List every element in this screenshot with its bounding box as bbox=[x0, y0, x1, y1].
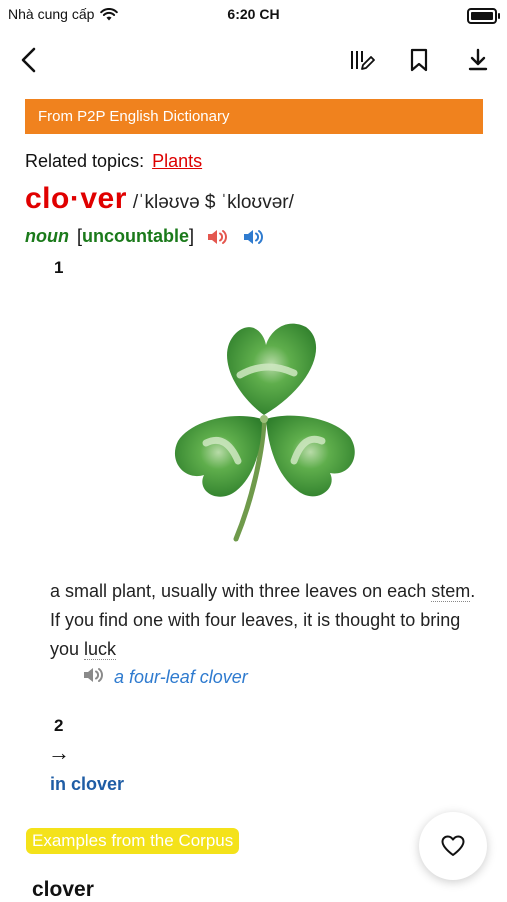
headword: clo·ver bbox=[25, 182, 127, 215]
bookmark-button[interactable] bbox=[401, 42, 437, 78]
related-topic-link[interactable]: Plants bbox=[152, 151, 202, 171]
status-time: 6:20 CH bbox=[227, 6, 280, 22]
corpus-section-badge: Examples from the Corpus bbox=[26, 828, 240, 854]
related-topics-label: Related topics: bbox=[25, 151, 145, 171]
headword-row: clo·ver /ˈkləʊvə $ ˈkloʊvər/ bbox=[25, 182, 294, 216]
back-arrow-icon bbox=[21, 47, 36, 73]
pos-row: noun [uncountable] bbox=[25, 226, 266, 247]
cross-reference-arrow: → bbox=[48, 740, 70, 765]
british-audio-button[interactable] bbox=[206, 227, 230, 247]
example-sentence: a four-leaf clover bbox=[114, 667, 248, 687]
sense-number: 2 bbox=[54, 716, 64, 735]
related-topics: Related topics: Plants bbox=[25, 151, 202, 172]
back-button[interactable] bbox=[11, 42, 47, 78]
definition-part: a small plant, usually with three leaves… bbox=[50, 581, 432, 601]
part-of-speech: noun bbox=[25, 226, 69, 246]
bookmark-icon bbox=[410, 48, 428, 72]
sense-number: 1 bbox=[54, 258, 64, 277]
battery-icon bbox=[467, 8, 500, 24]
speaker-icon bbox=[208, 229, 227, 244]
clover-image bbox=[174, 323, 355, 542]
example-row: a four-leaf clover bbox=[82, 665, 248, 690]
definition-text: a small plant, usually with three leaves… bbox=[50, 577, 490, 664]
pronunciation: /ˈkləʊvə $ ˈkloʊvər/ bbox=[132, 192, 294, 213]
grammar-label: [uncountable] bbox=[77, 226, 194, 247]
glossary-word-stem[interactable]: stem bbox=[431, 581, 471, 602]
favorite-button[interactable] bbox=[419, 812, 487, 880]
text-settings-icon bbox=[351, 51, 375, 70]
speaker-icon bbox=[244, 229, 263, 244]
example-audio-button[interactable] bbox=[82, 665, 106, 690]
download-icon bbox=[468, 48, 488, 71]
corpus-headword: clover bbox=[32, 878, 94, 901]
speaker-icon bbox=[84, 668, 103, 682]
grammar-value: uncountable bbox=[82, 226, 189, 246]
source-banner: From P2P English Dictionary bbox=[25, 99, 483, 134]
glossary-word-luck[interactable]: luck bbox=[84, 639, 117, 660]
heart-icon bbox=[441, 835, 465, 856]
download-button[interactable] bbox=[460, 42, 496, 78]
american-audio-button[interactable] bbox=[242, 227, 266, 247]
text-settings-button[interactable] bbox=[344, 42, 380, 78]
phrase-link[interactable]: in clover bbox=[50, 774, 124, 795]
grammar-bracket-close: ] bbox=[189, 226, 195, 246]
